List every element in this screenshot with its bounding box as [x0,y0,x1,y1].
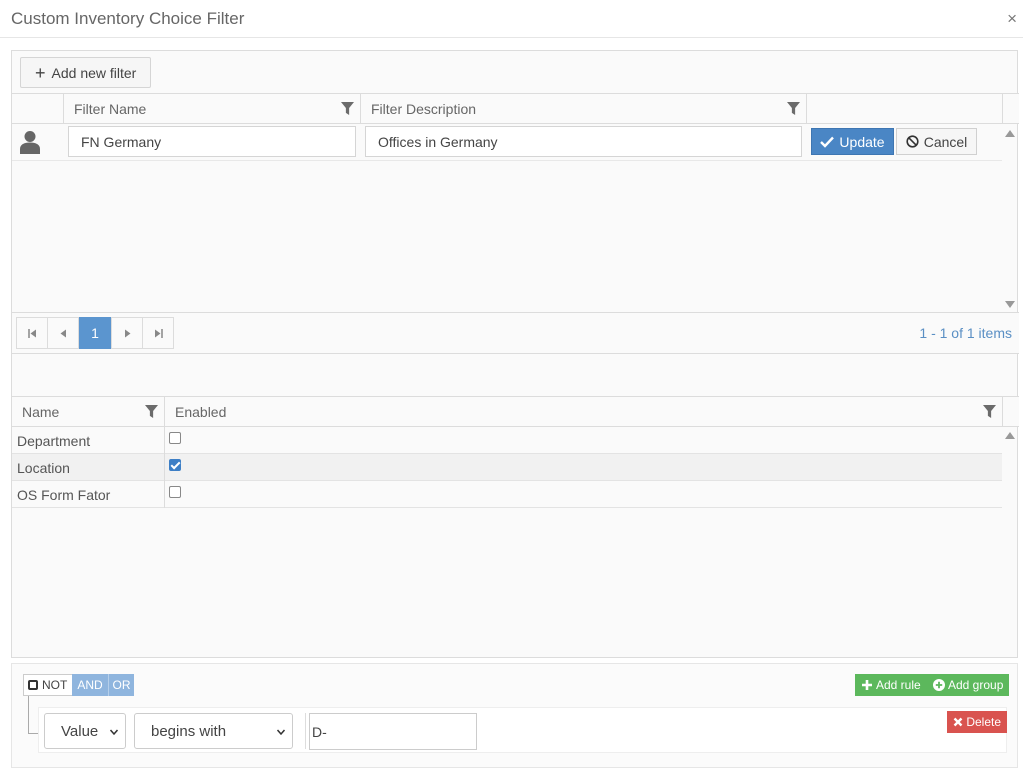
pager-info: 1 - 1 of 1 items [919,325,1012,341]
header-filter-description-label: Filter Description [371,101,477,117]
or-toggle[interactable]: OR [108,674,134,696]
header-enabled-label: Enabled [175,404,227,420]
add-rule-button[interactable]: Add rule [855,674,927,696]
filter-icon[interactable] [145,405,158,418]
close-icon[interactable]: × [1007,9,1017,29]
chevron-down-icon [110,729,118,736]
cancel-label: Cancel [923,133,968,150]
check-icon [820,136,835,148]
header-name-label: Name [22,404,60,420]
header-icon-cell [12,94,64,124]
header-filter-name[interactable]: Filter Name [64,94,361,124]
user-icon [20,131,40,154]
add-rule-label: Add rule [876,678,921,692]
first-page-icon[interactable] [16,317,48,349]
rule-value-input[interactable]: D- [309,713,477,750]
field-name: OS Form Fator [17,487,111,503]
update-button[interactable]: Update [811,128,894,155]
header-command-cell [807,94,1003,124]
scroll-up-arrow[interactable] [1005,432,1015,439]
header-name[interactable]: Name [12,397,165,427]
rule-field-select[interactable]: Value [44,713,126,749]
cancel-icon [906,135,919,148]
query-builder: NOT AND OR Add rule Add group Value begi… [11,663,1018,768]
update-label: Update [839,133,885,150]
scroll-up-arrow[interactable] [1005,130,1015,137]
filter-name-input[interactable] [68,126,356,157]
plus-icon: + [35,62,46,83]
not-toggle[interactable]: NOT [23,674,74,696]
table-row: OS Form Fator [12,481,1002,508]
next-page-icon[interactable] [111,317,143,349]
dialog-title: Custom Inventory Choice Filter [11,9,245,28]
plus-circle-icon [933,679,945,691]
table-row: Department [12,427,1002,454]
table-row: Location [12,454,1002,481]
add-group-button[interactable]: Add group [927,674,1010,696]
enabled-checkbox[interactable] [169,432,181,444]
field-name: Location [17,460,70,476]
not-checkbox [28,680,38,690]
not-label: NOT [42,678,68,692]
rule-operator-select[interactable]: begins with [134,713,293,749]
plus-icon [862,680,872,690]
add-new-filter-button[interactable]: + Add new filter [20,57,152,88]
rules-group: NOT AND OR Add rule Add group Value begi… [12,664,1017,767]
delete-rule-button[interactable]: Delete [947,711,1007,733]
rule-field-value: Value [61,722,99,740]
enabled-checkbox[interactable] [169,486,181,498]
chevron-down-icon [277,729,285,736]
add-new-filter-label: Add new filter [51,64,137,81]
rule-operator-value: begins with [151,722,227,740]
enabled-checkbox[interactable] [169,459,181,471]
filters-grid-header: Filter Name Filter Description [12,93,1019,124]
dialog-titlebar: Custom Inventory Choice Filter × [0,0,1023,38]
field-name: Department [17,433,91,449]
filter-icon[interactable] [787,102,800,115]
filter-icon[interactable] [341,102,354,115]
header-filter-description[interactable]: Filter Description [361,94,807,124]
delete-label: Delete [966,715,1001,729]
fields-grid-header: Name Enabled [12,396,1019,427]
and-toggle[interactable]: AND [72,674,108,696]
x-icon [953,717,963,727]
header-filter-name-label: Filter Name [74,101,147,117]
page-number-current[interactable]: 1 [79,317,111,349]
filter-panel: + Add new filter Filter Name Filter Desc… [11,50,1019,658]
filter-icon[interactable] [983,405,996,418]
filter-description-input[interactable] [365,126,802,157]
cancel-button[interactable]: Cancel [896,128,977,155]
last-page-icon[interactable] [142,317,174,349]
pager: 1 1 - 1 of 1 items [12,312,1019,354]
table-row: Update Cancel [12,124,1002,161]
prev-page-icon[interactable] [47,317,79,349]
scroll-down-arrow[interactable] [1005,301,1015,308]
header-enabled[interactable]: Enabled [165,397,1003,427]
rule-row: Value begins with D- [38,707,1007,753]
add-group-label: Add group [948,678,1004,692]
